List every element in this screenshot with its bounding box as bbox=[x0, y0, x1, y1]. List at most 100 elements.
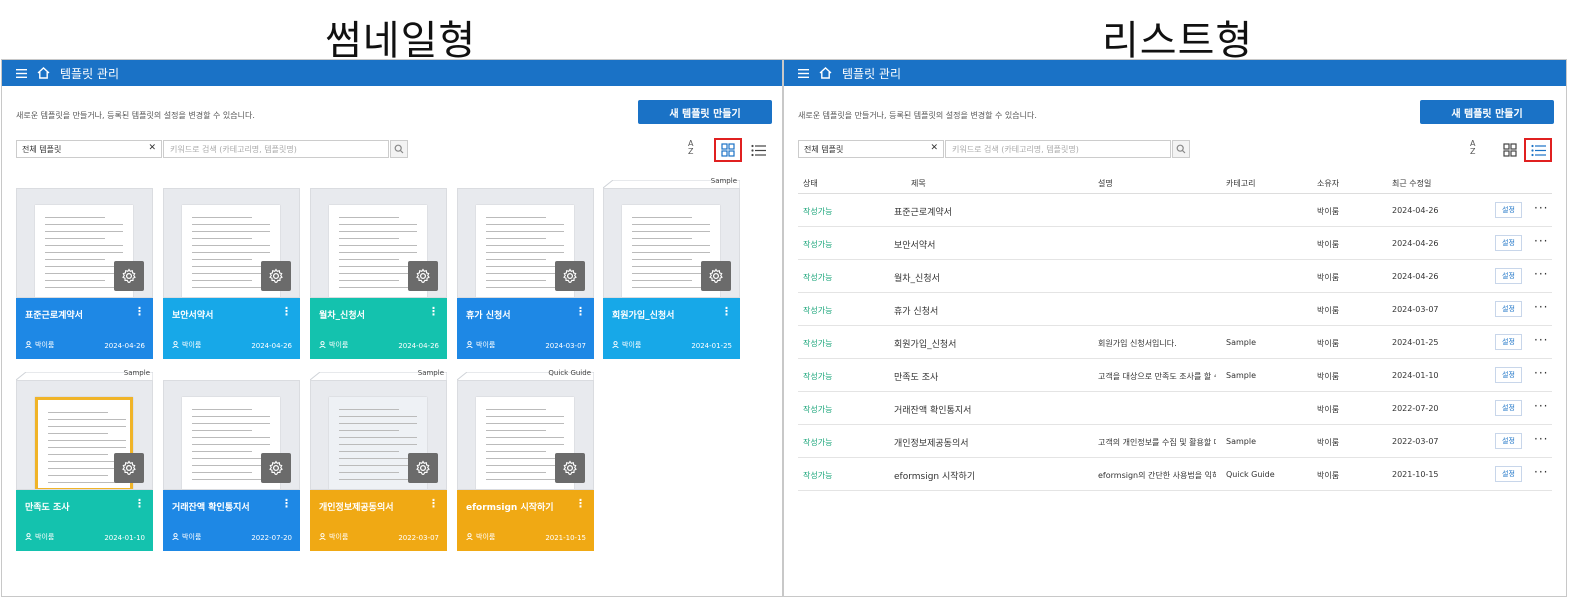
row-settings-button[interactable]: 설정 bbox=[1495, 268, 1522, 284]
home-icon[interactable] bbox=[37, 67, 50, 79]
card-settings-button[interactable] bbox=[114, 453, 144, 483]
card-info-bar[interactable]: 거래잔액 확인통지서 ⋮ 박이룸 2022-07-20 bbox=[163, 490, 300, 551]
row-more-icon[interactable]: ··· bbox=[1534, 333, 1548, 347]
row-settings-button[interactable]: 설정 bbox=[1495, 367, 1522, 383]
card-thumbnail[interactable] bbox=[603, 188, 740, 298]
row-settings-button[interactable]: 설정 bbox=[1495, 301, 1522, 317]
card-more-icon[interactable]: ⋮ bbox=[281, 498, 292, 509]
card-thumbnail[interactable] bbox=[163, 188, 300, 298]
table-row[interactable]: 작성가능 월차_신청서 박이룸 2024-04-26 설정 ··· bbox=[798, 260, 1552, 293]
row-more-icon[interactable]: ··· bbox=[1534, 432, 1548, 446]
card-thumbnail[interactable] bbox=[457, 188, 594, 298]
search-button[interactable] bbox=[1172, 140, 1190, 158]
card-info-bar[interactable]: 개인정보제공동의서 ⋮ 박이룸 2022-03-07 bbox=[310, 490, 447, 551]
card-thumbnail[interactable] bbox=[310, 380, 447, 490]
row-more-icon[interactable]: ··· bbox=[1534, 465, 1548, 479]
card-more-icon[interactable]: ⋮ bbox=[134, 498, 145, 509]
table-row[interactable]: 작성가능 회원가입_신청서 회원가입 신청서입니다. Sample 박이룸 2024-01… bbox=[798, 326, 1552, 359]
template-card[interactable]: Sample 회원가입_신청서 ⋮ 박이룸 2024-01-25 bbox=[603, 177, 740, 359]
card-settings-button[interactable] bbox=[701, 261, 731, 291]
card-settings-button[interactable] bbox=[555, 453, 585, 483]
new-template-button[interactable]: 새 템플릿 만들기 bbox=[638, 100, 772, 124]
card-thumbnail[interactable] bbox=[16, 188, 153, 298]
table-row[interactable]: 작성가능 eformsign 시작하기 eformsign의 간단한 사용법을 익혀… bbox=[798, 458, 1552, 491]
row-settings-button[interactable]: 설정 bbox=[1495, 334, 1522, 350]
template-card[interactable]: 휴가 신청서 ⋮ 박이룸 2024-03-07 bbox=[457, 188, 594, 359]
card-more-icon[interactable]: ⋮ bbox=[428, 306, 439, 317]
row-title[interactable]: 휴가 신청서 bbox=[894, 304, 1084, 317]
search-input[interactable]: 키워드로 검색 (카테고리명, 템플릿명) bbox=[945, 140, 1171, 158]
row-settings-button[interactable]: 설정 bbox=[1495, 466, 1522, 482]
sort-az-button[interactable]: A Z bbox=[688, 140, 693, 156]
card-info-bar[interactable]: 표준근로계약서 ⋮ 박이룸 2024-04-26 bbox=[16, 298, 153, 359]
clear-filter-icon[interactable]: ✕ bbox=[148, 143, 156, 153]
card-settings-button[interactable] bbox=[555, 261, 585, 291]
row-more-icon[interactable]: ··· bbox=[1534, 399, 1548, 413]
card-thumbnail[interactable] bbox=[457, 380, 594, 490]
card-thumbnail[interactable] bbox=[310, 188, 447, 298]
template-filter-select[interactable]: 전체 템플릿 ✕ bbox=[798, 140, 944, 158]
table-row[interactable]: 작성가능 만족도 조사 고객을 대상으로 만족도 조사를 할 수 … Sample 박이… bbox=[798, 359, 1552, 392]
row-title[interactable]: 회원가입_신청서 bbox=[894, 337, 1084, 350]
row-more-icon[interactable]: ··· bbox=[1534, 201, 1548, 215]
card-more-icon[interactable]: ⋮ bbox=[281, 306, 292, 317]
row-title[interactable]: eformsign 시작하기 bbox=[894, 469, 1084, 482]
row-title[interactable]: 개인정보제공동의서 bbox=[894, 436, 1084, 449]
card-info-bar[interactable]: 휴가 신청서 ⋮ 박이룸 2024-03-07 bbox=[457, 298, 594, 359]
template-filter-select[interactable]: 전체 템플릿 ✕ bbox=[16, 140, 162, 158]
template-card[interactable]: Quick Guide eformsign 시작하기 ⋮ 박이룸 2021-10-15 bbox=[457, 369, 594, 551]
table-row[interactable]: 작성가능 보안서약서 박이룸 2024-04-26 설정 ··· bbox=[798, 227, 1552, 260]
row-settings-button[interactable]: 설정 bbox=[1495, 433, 1522, 449]
card-settings-button[interactable] bbox=[261, 261, 291, 291]
template-card[interactable]: 보안서약서 ⋮ 박이룸 2024-04-26 bbox=[163, 188, 300, 359]
card-more-icon[interactable]: ⋮ bbox=[575, 498, 586, 509]
grid-view-button[interactable] bbox=[714, 138, 742, 162]
card-thumbnail[interactable] bbox=[16, 380, 153, 490]
card-settings-button[interactable] bbox=[408, 453, 438, 483]
row-more-icon[interactable]: ··· bbox=[1534, 300, 1548, 314]
card-info-bar[interactable]: 보안서약서 ⋮ 박이룸 2024-04-26 bbox=[163, 298, 300, 359]
table-row[interactable]: 작성가능 거래잔액 확인통지서 박이룸 2022-07-20 설정 ··· bbox=[798, 392, 1552, 425]
card-thumbnail[interactable] bbox=[163, 380, 300, 490]
card-settings-button[interactable] bbox=[408, 261, 438, 291]
row-title[interactable]: 거래잔액 확인통지서 bbox=[894, 403, 1084, 416]
card-more-icon[interactable]: ⋮ bbox=[134, 306, 145, 317]
row-more-icon[interactable]: ··· bbox=[1534, 366, 1548, 380]
template-card[interactable]: Sample 개인정보제공동의서 ⋮ 박이룸 2022-03-07 bbox=[310, 369, 447, 551]
search-button[interactable] bbox=[390, 140, 408, 158]
row-settings-button[interactable]: 설정 bbox=[1495, 400, 1522, 416]
row-more-icon[interactable]: ··· bbox=[1534, 234, 1548, 248]
row-settings-button[interactable]: 설정 bbox=[1495, 235, 1522, 251]
template-card[interactable]: Sample 만족도 조사 ⋮ 박이룸 2024-01-10 bbox=[16, 369, 153, 551]
search-input[interactable]: 키워드로 검색 (카테고리명, 템플릿명) bbox=[163, 140, 389, 158]
row-more-icon[interactable]: ··· bbox=[1534, 267, 1548, 281]
new-template-button[interactable]: 새 템플릿 만들기 bbox=[1420, 100, 1554, 124]
grid-view-button[interactable] bbox=[1496, 138, 1524, 162]
home-icon[interactable] bbox=[819, 67, 832, 79]
hamburger-menu-icon[interactable] bbox=[16, 68, 27, 78]
template-card[interactable]: 표준근로계약서 ⋮ 박이룸 2024-04-26 bbox=[16, 188, 153, 359]
table-row[interactable]: 작성가능 휴가 신청서 박이룸 2024-03-07 설정 ··· bbox=[798, 293, 1552, 326]
row-title[interactable]: 만족도 조사 bbox=[894, 370, 1084, 383]
card-info-bar[interactable]: eformsign 시작하기 ⋮ 박이룸 2021-10-15 bbox=[457, 490, 594, 551]
row-title[interactable]: 보안서약서 bbox=[894, 238, 1084, 251]
table-row[interactable]: 작성가능 표준근로계약서 박이룸 2024-04-26 설정 ··· bbox=[798, 194, 1552, 227]
card-more-icon[interactable]: ⋮ bbox=[721, 306, 732, 317]
card-settings-button[interactable] bbox=[114, 261, 144, 291]
row-title[interactable]: 표준근로계약서 bbox=[894, 205, 1084, 218]
hamburger-menu-icon[interactable] bbox=[798, 68, 809, 78]
card-more-icon[interactable]: ⋮ bbox=[428, 498, 439, 509]
template-card[interactable]: 월차_신청서 ⋮ 박이룸 2024-04-26 bbox=[310, 188, 447, 359]
card-settings-button[interactable] bbox=[261, 453, 291, 483]
card-info-bar[interactable]: 만족도 조사 ⋮ 박이룸 2024-01-10 bbox=[16, 490, 153, 551]
clear-filter-icon[interactable]: ✕ bbox=[930, 143, 938, 153]
card-more-icon[interactable]: ⋮ bbox=[575, 306, 586, 317]
template-card[interactable]: 거래잔액 확인통지서 ⋮ 박이룸 2022-07-20 bbox=[163, 380, 300, 551]
row-title[interactable]: 월차_신청서 bbox=[894, 271, 1084, 284]
card-info-bar[interactable]: 회원가입_신청서 ⋮ 박이룸 2024-01-25 bbox=[603, 298, 740, 359]
row-settings-button[interactable]: 설정 bbox=[1495, 202, 1522, 218]
table-row[interactable]: 작성가능 개인정보제공동의서 고객의 개인정보를 수집 및 활용할 때 … Sampl… bbox=[798, 425, 1552, 458]
card-info-bar[interactable]: 월차_신청서 ⋮ 박이룸 2024-04-26 bbox=[310, 298, 447, 359]
sort-az-button[interactable]: A Z bbox=[1470, 140, 1475, 156]
list-view-button[interactable] bbox=[744, 138, 772, 162]
